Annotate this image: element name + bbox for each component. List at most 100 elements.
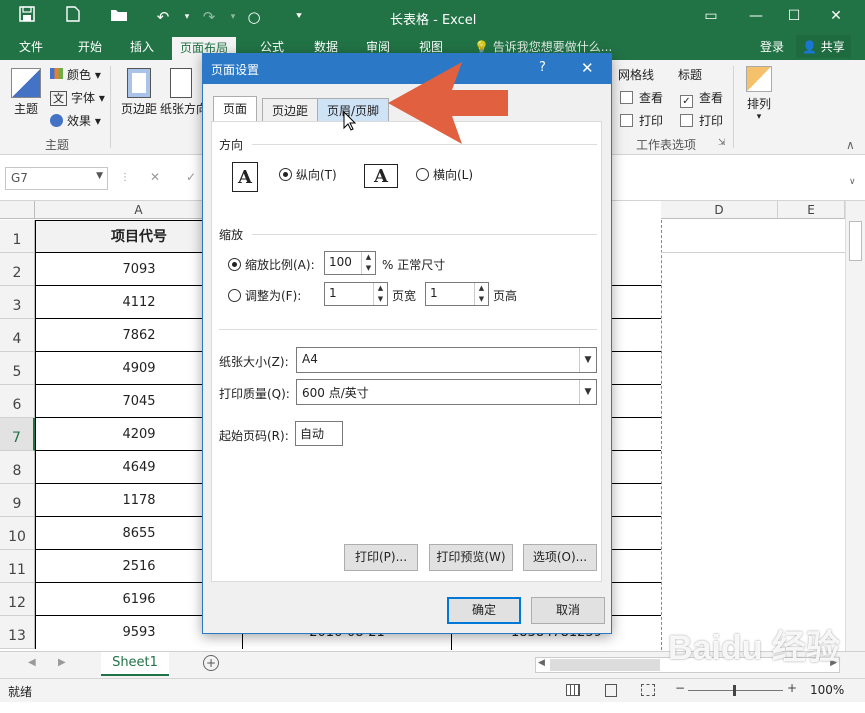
scroll-left-icon[interactable]: ◀: [28, 657, 36, 668]
row-header[interactable]: 11: [0, 550, 35, 583]
tab-margins[interactable]: 页边距: [262, 98, 319, 121]
close-icon[interactable]: ✕: [822, 4, 850, 28]
maximize-icon[interactable]: ☐: [780, 4, 808, 28]
adjust-to-spinner[interactable]: 100 ▲ ▼: [324, 251, 376, 275]
fit-to-radio[interactable]: 调整为(F):: [228, 287, 301, 304]
colors-button[interactable]: 颜色 ▾: [50, 66, 101, 83]
zoom-slider-thumb[interactable]: [733, 685, 736, 696]
portrait-radio[interactable]: 纵向(T): [279, 166, 337, 183]
name-box[interactable]: G7 ▼: [5, 167, 108, 190]
tell-me-text: 告诉我您想要做什么...: [492, 40, 613, 54]
dialog-close-icon[interactable]: ✕: [581, 59, 594, 77]
undo-icon[interactable]: ↶: [152, 6, 174, 28]
row-header[interactable]: 4: [0, 319, 35, 352]
scroll-up-icon[interactable]: ∨: [849, 177, 856, 187]
ribbon-options-icon[interactable]: ▭: [697, 4, 725, 28]
pages-tall-label: 页高: [493, 289, 518, 303]
add-sheet-icon[interactable]: +: [203, 655, 219, 671]
pages-tall-spinner[interactable]: 1 ▲ ▼: [425, 282, 489, 306]
chevron-down-icon: ▼: [579, 348, 596, 372]
themes-button[interactable]: 主题: [8, 66, 44, 126]
row-header[interactable]: 2: [0, 253, 35, 286]
tab-insert[interactable]: 插入: [128, 38, 156, 55]
spinner-arrows-icon[interactable]: ▲ ▼: [373, 283, 387, 305]
row-header[interactable]: 13: [0, 616, 35, 649]
open-folder-icon[interactable]: [108, 6, 130, 28]
gridlines-view-checkbox[interactable]: 查看: [620, 89, 663, 106]
tab-page[interactable]: 页面: [213, 96, 258, 122]
print-quality-select[interactable]: 600 点/英寸 ▼: [296, 379, 597, 405]
undo-dropdown-icon[interactable]: ▾: [176, 6, 198, 28]
confirm-edit-icon[interactable]: ✓: [186, 170, 196, 184]
scroll-left-icon[interactable]: ◀: [538, 658, 545, 668]
customize-toolbar-icon[interactable]: ⯆: [288, 6, 310, 28]
adjust-to-radio[interactable]: 缩放比例(A):: [228, 256, 315, 273]
landscape-radio[interactable]: 横向(L): [416, 166, 473, 183]
redo-dropdown-icon[interactable]: ▾: [222, 6, 244, 28]
print-button[interactable]: 打印(P)...: [344, 544, 418, 571]
adjust-to-value: 100: [329, 255, 352, 269]
column-header-d[interactable]: D: [661, 201, 778, 219]
zoom-in-icon[interactable]: +: [787, 681, 797, 695]
row-header[interactable]: 8: [0, 451, 35, 484]
select-all-corner[interactable]: [0, 201, 35, 219]
cancel-edit-icon[interactable]: ✕: [150, 170, 160, 184]
first-page-number-input[interactable]: 自动: [295, 421, 343, 446]
new-file-icon[interactable]: [62, 6, 84, 28]
redo-icon[interactable]: ↷: [198, 6, 220, 28]
pages-tall-value: 1: [430, 286, 438, 300]
horizontal-scrollbar[interactable]: ◀ ▶: [535, 657, 840, 673]
row-header[interactable]: 1: [0, 220, 35, 253]
page-layout-view-icon[interactable]: [605, 684, 617, 697]
headings-print-checkbox[interactable]: 打印: [680, 112, 723, 129]
help-icon[interactable]: ?: [539, 60, 546, 75]
scroll-right-icon[interactable]: ▶: [58, 657, 66, 668]
row-header[interactable]: 3: [0, 286, 35, 319]
ok-button[interactable]: 确定: [447, 597, 521, 624]
scrollbar-thumb[interactable]: [849, 221, 862, 261]
share-button[interactable]: 👤 共享: [796, 35, 851, 58]
zoom-level[interactable]: 100%: [810, 683, 844, 697]
page-break-view-icon[interactable]: [641, 684, 655, 696]
spinner-arrows-icon[interactable]: ▲ ▼: [361, 252, 375, 274]
save-icon[interactable]: [16, 6, 38, 28]
paper-size-select[interactable]: A4 ▼: [296, 347, 597, 373]
row-header[interactable]: 10: [0, 517, 35, 550]
zoom-out-icon[interactable]: −: [675, 681, 685, 695]
circle-icon[interactable]: ○: [243, 6, 265, 28]
collapse-ribbon-icon[interactable]: ∧: [846, 138, 855, 152]
arrange-icon: [746, 66, 772, 92]
row-header[interactable]: 9: [0, 484, 35, 517]
orientation-button[interactable]: 纸张方向: [160, 66, 202, 117]
effects-button[interactable]: 效果 ▾: [50, 112, 101, 129]
cancel-button[interactable]: 取消: [531, 597, 605, 624]
scrollbar-thumb[interactable]: [550, 659, 660, 671]
fonts-button[interactable]: 文字体 ▾: [50, 89, 105, 106]
dialog-launcher-icon[interactable]: ⇲: [718, 138, 726, 148]
row-header[interactable]: 7: [0, 418, 35, 451]
theme-label: 主题: [13, 102, 38, 116]
share-label: 共享: [820, 40, 845, 54]
row-header[interactable]: 12: [0, 583, 35, 616]
d1-cell[interactable]: [661, 220, 845, 253]
tab-home[interactable]: 开始: [76, 38, 104, 55]
tab-file[interactable]: 文件: [17, 38, 45, 55]
margins-button[interactable]: 页边距: [118, 66, 160, 117]
row-header[interactable]: 5: [0, 352, 35, 385]
arrange-button[interactable]: 排列 ▾: [742, 66, 776, 122]
headings-view-checkbox[interactable]: ✓ 查看: [680, 89, 723, 108]
scroll-right-icon[interactable]: ▶: [830, 658, 837, 668]
minimize-icon[interactable]: —: [742, 4, 770, 28]
gridlines-print-checkbox[interactable]: 打印: [620, 112, 663, 129]
login-link[interactable]: 登录: [758, 38, 786, 55]
options-button[interactable]: 选项(O)...: [523, 544, 597, 571]
zoom-slider[interactable]: [688, 685, 783, 696]
row-header[interactable]: 6: [0, 385, 35, 418]
pages-wide-spinner[interactable]: 1 ▲ ▼: [324, 282, 388, 306]
spinner-arrows-icon[interactable]: ▲ ▼: [474, 283, 488, 305]
normal-view-icon[interactable]: [566, 684, 580, 696]
sheet-tab-sheet1[interactable]: Sheet1: [101, 652, 169, 676]
vertical-scrollbar[interactable]: [845, 201, 865, 651]
print-preview-button[interactable]: 打印预览(W): [429, 544, 513, 571]
column-header-e[interactable]: E: [778, 201, 845, 219]
